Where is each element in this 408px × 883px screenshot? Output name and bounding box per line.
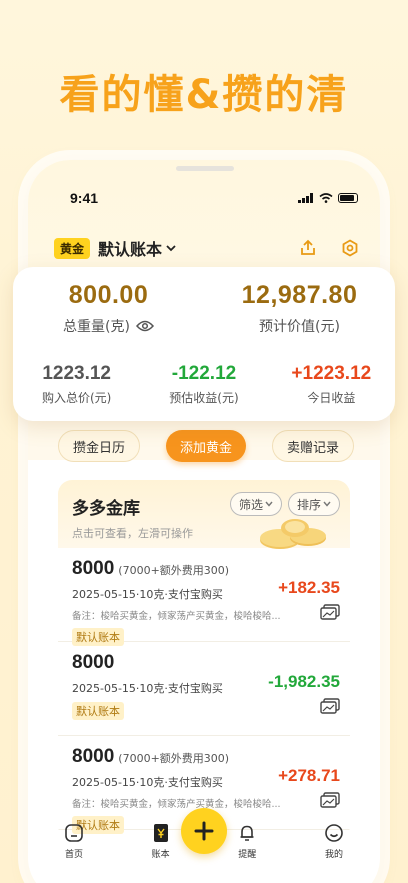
estimated-value-label: 预计价值(元): [259, 319, 340, 335]
item-amount: 8000: [72, 746, 115, 767]
bell-icon: [237, 823, 257, 843]
status-bar: 9:41: [28, 188, 380, 208]
asset-type-tag: 黄金: [54, 237, 91, 259]
tab-home[interactable]: 首页: [44, 823, 104, 860]
list-item[interactable]: 8000 (7000+额外费用300) 2025-05-15·10克·支付宝购买…: [58, 548, 350, 646]
estimated-value: 12,987.80 预计价值(元): [204, 281, 395, 336]
item-value: -1,982.35: [268, 672, 340, 691]
sort-label: 排序: [296, 497, 321, 512]
sell-gift-records-button[interactable]: 卖赠记录: [271, 430, 354, 462]
photo-icon[interactable]: [320, 604, 340, 620]
photo-icon[interactable]: [320, 792, 340, 808]
tab-bar: 首页 账本 提醒 我的: [44, 808, 364, 860]
wifi-icon: [319, 193, 333, 203]
item-extra: (7000+额外费用300): [118, 564, 230, 577]
battery-icon: [338, 193, 358, 203]
filter-button[interactable]: 筛选: [229, 492, 282, 516]
vault-header: 多多金库 点击可查看，左滑可操作 筛选 排序: [58, 480, 350, 549]
filter-label: 筛选: [238, 497, 263, 512]
purchase-total-label: 购入总价(元): [41, 391, 112, 405]
tab-mine-label: 我的: [324, 850, 343, 860]
purchase-total-value: 1223.12: [42, 363, 111, 384]
gold-coins-illustration: [260, 519, 326, 549]
chevron-down-icon: [265, 501, 273, 507]
action-row: 攒金日历 添加黄金 卖赠记录: [58, 430, 354, 462]
today-profit-value: +1223.12: [291, 363, 372, 384]
eye-icon[interactable]: [135, 320, 154, 332]
header-actions: [298, 238, 360, 258]
tab-ledger-label: 账本: [151, 850, 170, 860]
total-weight: 800.00 总重量(克): [13, 281, 204, 336]
item-value: +182.35: [278, 578, 340, 597]
item-book-tag: 默认账本: [72, 702, 124, 720]
notch: [176, 166, 234, 171]
today-profit: +1223.12 今日收益: [268, 363, 395, 406]
smile-icon: [324, 823, 344, 843]
share-icon[interactable]: [298, 238, 318, 258]
hero-title: 看的懂&攒的清: [59, 72, 349, 118]
item-value: +278.71: [278, 766, 340, 785]
signal-icon: [298, 193, 313, 203]
purchase-total: 1223.12 购入总价(元): [13, 363, 140, 406]
total-weight-value: 800.00: [68, 281, 149, 309]
list-item[interactable]: 8000 2025-05-15·10克·支付宝购买 默认账本 -1,982.35: [58, 642, 350, 736]
chevron-down-icon: [323, 501, 331, 507]
book-name[interactable]: 默认账本: [98, 236, 176, 260]
tab-mine[interactable]: 我的: [304, 823, 364, 860]
status-icons: [298, 193, 358, 203]
item-amount: 8000: [72, 652, 115, 673]
tab-remind-label: 提醒: [238, 850, 257, 860]
item-note: 备注：梭哈买黄金，倾家荡产买黄金，梭哈梭哈...: [72, 611, 281, 622]
item-extra: (7000+额外费用300): [118, 752, 230, 765]
vault-panel: 多多金库 点击可查看，左滑可操作 筛选 排序 8000 (7000+额外费用30…: [58, 480, 350, 840]
app-header: 黄金 默认账本: [54, 236, 360, 260]
book-switcher[interactable]: 黄金 默认账本: [54, 236, 176, 260]
total-weight-label: 总重量(克): [63, 319, 130, 335]
plus-icon: [194, 821, 214, 841]
chevron-down-icon: [166, 245, 176, 252]
photo-icon[interactable]: [320, 698, 340, 714]
estimated-profit-label: 预估收益(元): [169, 391, 239, 405]
sort-button[interactable]: 排序: [287, 492, 340, 516]
home-icon: [64, 823, 84, 843]
ledger-icon: [151, 823, 171, 843]
estimated-value-value: 12,987.80: [241, 281, 358, 309]
gold-calendar-button[interactable]: 攒金日历: [58, 430, 141, 462]
item-amount: 8000: [72, 558, 115, 579]
estimated-profit-value: -122.12: [171, 363, 237, 384]
book-name-label: 默认账本: [98, 240, 163, 259]
status-time: 9:41: [70, 190, 99, 206]
settings-icon[interactable]: [340, 238, 360, 258]
today-profit-label: 今日收益: [307, 391, 356, 405]
add-gold-button[interactable]: 添加黄金: [165, 430, 246, 462]
add-record-button[interactable]: [181, 808, 227, 854]
tab-home-label: 首页: [64, 850, 83, 860]
estimated-profit: -122.12 预估收益(元): [140, 363, 267, 406]
summary-card: 800.00 总重量(克) 12,987.80 预计价值(元) 1223.12 …: [13, 267, 395, 421]
